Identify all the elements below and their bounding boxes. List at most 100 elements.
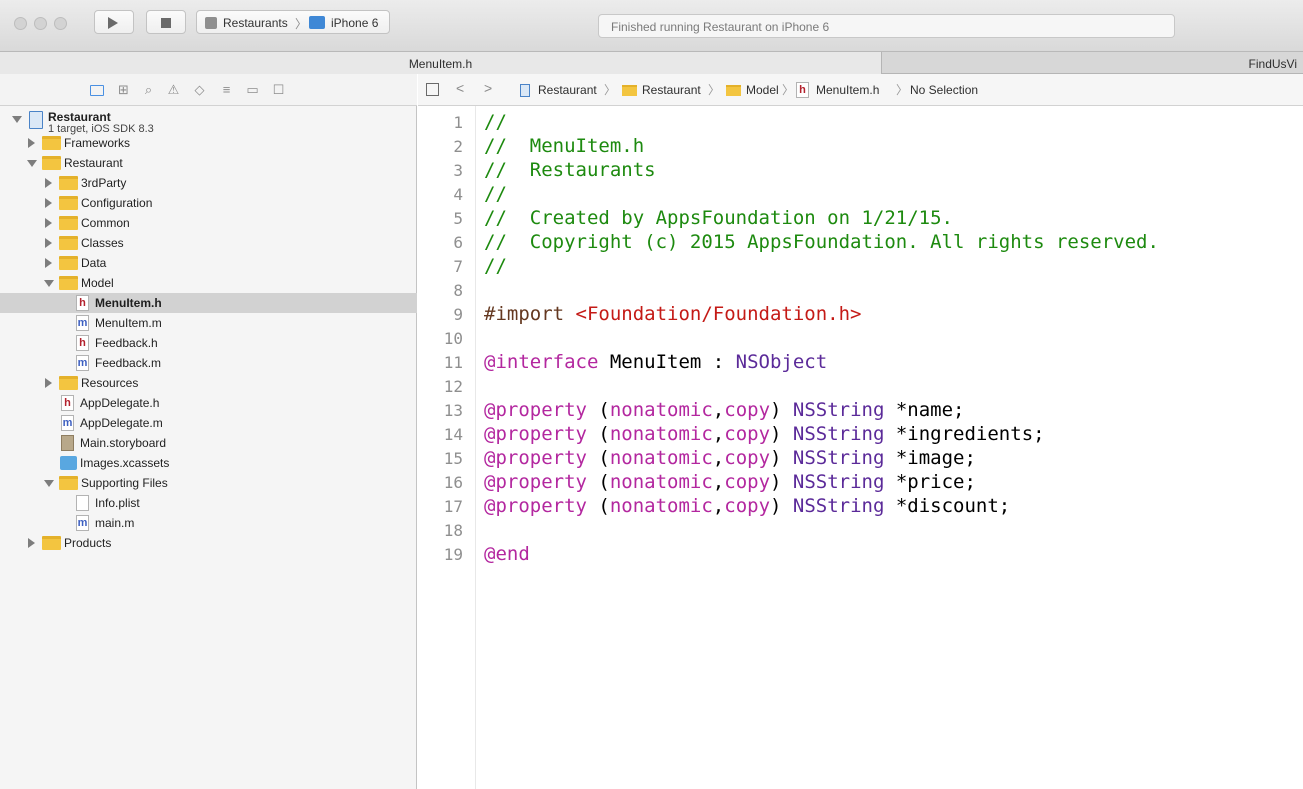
project-navigator-folder-icon[interactable] bbox=[90, 85, 104, 96]
tree-item-restaurant[interactable]: Restaurant bbox=[0, 153, 417, 173]
tree-item-common[interactable]: Common bbox=[0, 213, 417, 233]
tree-item-frameworks[interactable]: Frameworks bbox=[0, 133, 417, 153]
implementation-file-icon: m bbox=[76, 315, 89, 331]
run-button[interactable] bbox=[94, 10, 134, 34]
interface-keyword: @interface bbox=[484, 351, 599, 373]
breakpoint-navigator-icon[interactable]: ▭ bbox=[246, 83, 259, 96]
tree-item-classes[interactable]: Classes bbox=[0, 233, 417, 253]
property-keyword: @property bbox=[484, 471, 587, 493]
tree-item-resources[interactable]: Resources bbox=[0, 373, 417, 393]
tab-findusvi[interactable]: FindUsVi bbox=[883, 52, 1303, 74]
class-name: MenuItem : bbox=[598, 351, 736, 373]
tree-item-label: Products bbox=[64, 536, 112, 550]
property-punct: ( bbox=[586, 447, 610, 469]
tree-item-model[interactable]: Model bbox=[0, 273, 417, 293]
tree-item-3rdparty[interactable]: 3rdParty bbox=[0, 173, 417, 193]
report-navigator-bubble-icon[interactable]: ☐ bbox=[272, 83, 285, 96]
disclosure-closed-icon[interactable] bbox=[45, 258, 52, 268]
property-punct: ) bbox=[770, 447, 793, 469]
disclosure-closed-icon[interactable] bbox=[45, 238, 52, 248]
find-navigator-search-icon[interactable]: ⌕ bbox=[142, 83, 155, 96]
play-icon bbox=[108, 17, 118, 29]
line-number: 19 bbox=[443, 545, 463, 564]
tree-item-appdelegate-h[interactable]: h AppDelegate.h bbox=[0, 393, 417, 413]
symbol-navigator-icon[interactable]: ⊞ bbox=[117, 83, 130, 96]
import-path: <Foundation/Foundation.h> bbox=[575, 303, 862, 325]
tree-item-configuration[interactable]: Configuration bbox=[0, 193, 417, 213]
forward-arrow-icon[interactable]: > bbox=[484, 80, 492, 96]
close-window-button[interactable] bbox=[14, 17, 27, 30]
folder-icon bbox=[726, 85, 741, 96]
line-number: 12 bbox=[443, 377, 463, 396]
issue-navigator-warning-icon[interactable]: ⚠ bbox=[167, 83, 180, 96]
import-directive: #import bbox=[484, 303, 576, 325]
breadcrumb-group-model[interactable]: Model bbox=[746, 83, 779, 97]
tree-item-feedback-m[interactable]: m Feedback.m bbox=[0, 353, 417, 373]
property-type: NSString bbox=[792, 423, 885, 445]
property-keyword: @property bbox=[484, 399, 587, 421]
related-items-grid-icon[interactable] bbox=[426, 83, 439, 96]
tab-menuitem-h[interactable]: MenuItem.h bbox=[0, 52, 882, 74]
code-line: @property (nonatomic,copy) NSString *pri… bbox=[484, 470, 976, 494]
tree-item-label: Supporting Files bbox=[81, 476, 168, 490]
scheme-target-icon bbox=[205, 17, 217, 29]
property-attr: copy bbox=[724, 447, 771, 469]
tree-item-main-storyboard[interactable]: Main.storyboard bbox=[0, 433, 417, 453]
tree-item-info-plist[interactable]: Info.plist bbox=[0, 493, 417, 513]
code-line: // MenuItem.h bbox=[484, 135, 645, 157]
scheme-target-label[interactable]: Restaurants bbox=[223, 16, 288, 30]
tree-item-main-m[interactable]: m main.m bbox=[0, 513, 417, 533]
scheme-device-label[interactable]: iPhone 6 bbox=[331, 16, 378, 30]
tree-item-feedback-h[interactable]: h Feedback.h bbox=[0, 333, 417, 353]
scheme-selector[interactable]: Restaurants 〉 iPhone 6 bbox=[196, 10, 390, 34]
disclosure-closed-icon[interactable] bbox=[45, 178, 52, 188]
property-attr: nonatomic bbox=[609, 423, 713, 445]
tree-item-images-xcassets[interactable]: Images.xcassets bbox=[0, 453, 417, 473]
disclosure-closed-icon[interactable] bbox=[28, 138, 35, 148]
tree-item-data[interactable]: Data bbox=[0, 253, 417, 273]
line-number: 14 bbox=[443, 425, 463, 444]
code-line: // bbox=[484, 255, 507, 277]
tree-item-appdelegate-m[interactable]: m AppDelegate.m bbox=[0, 413, 417, 433]
test-navigator-diamond-icon[interactable]: ◇ bbox=[193, 83, 206, 96]
line-number: 7 bbox=[453, 257, 463, 276]
stop-icon bbox=[161, 18, 171, 28]
breadcrumb-group-restaurant[interactable]: Restaurant bbox=[642, 83, 701, 97]
tree-item-menuitem-m[interactable]: m MenuItem.m bbox=[0, 313, 417, 333]
tree-item-label: Configuration bbox=[81, 196, 153, 210]
debug-navigator-gauge-icon[interactable]: ≡ bbox=[220, 83, 233, 96]
tree-item-supporting-files[interactable]: Supporting Files bbox=[0, 473, 417, 493]
zoom-window-button[interactable] bbox=[54, 17, 67, 30]
breadcrumb-file[interactable]: MenuItem.h bbox=[816, 83, 879, 97]
back-arrow-icon[interactable]: < bbox=[456, 80, 464, 96]
disclosure-open-icon[interactable] bbox=[44, 480, 54, 487]
source-editor[interactable]: 1 2 3 4 5 6 7 8 9 10 11 12 13 14 15 16 1… bbox=[418, 106, 1303, 789]
property-type: NSString bbox=[792, 399, 885, 421]
breadcrumb-project[interactable]: Restaurant bbox=[538, 83, 597, 97]
line-number: 6 bbox=[453, 233, 463, 252]
tree-item-label: MenuItem.h bbox=[95, 296, 162, 310]
line-number: 2 bbox=[453, 137, 463, 156]
header-file-icon: h bbox=[76, 295, 89, 311]
disclosure-closed-icon[interactable] bbox=[45, 378, 52, 388]
property-attr: copy bbox=[724, 423, 771, 445]
tree-item-menuitem-h[interactable]: h MenuItem.h bbox=[0, 293, 417, 313]
disclosure-open-icon[interactable] bbox=[27, 160, 37, 167]
disclosure-closed-icon[interactable] bbox=[45, 198, 52, 208]
tree-item-products[interactable]: Products bbox=[0, 533, 417, 553]
breadcrumb-selection[interactable]: No Selection bbox=[910, 83, 978, 97]
disclosure-closed-icon[interactable] bbox=[28, 538, 35, 548]
stop-button[interactable] bbox=[146, 10, 186, 34]
minimize-window-button[interactable] bbox=[34, 17, 47, 30]
disclosure-open-icon[interactable] bbox=[44, 280, 54, 287]
storyboard-file-icon bbox=[61, 435, 74, 451]
property-keyword: @property bbox=[484, 423, 587, 445]
property-attr: copy bbox=[724, 495, 771, 517]
folder-icon bbox=[59, 476, 78, 490]
property-attr: nonatomic bbox=[609, 447, 713, 469]
disclosure-open-icon[interactable] bbox=[12, 116, 22, 123]
code-area[interactable]: // // MenuItem.h // Restaurants // // Cr… bbox=[484, 106, 1159, 656]
disclosure-closed-icon[interactable] bbox=[45, 218, 52, 228]
xcode-project-icon bbox=[29, 111, 43, 129]
tree-item-project[interactable]: Restaurant 1 target, iOS SDK 8.3 bbox=[0, 109, 417, 135]
